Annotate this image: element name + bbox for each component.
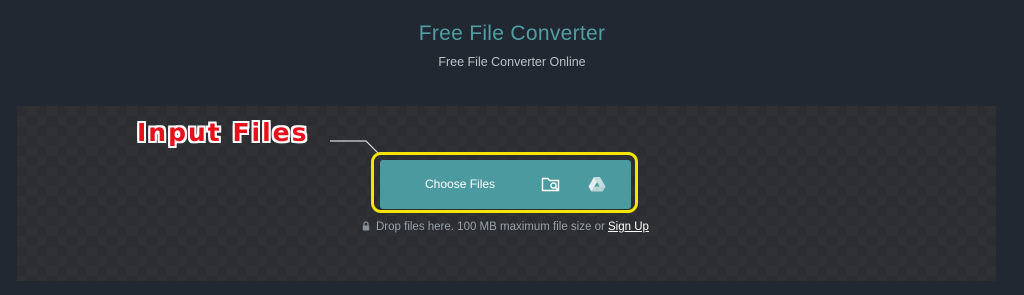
google-drive-icon[interactable] — [588, 176, 606, 192]
upload-hint-text: Drop files here. 100 MB maximum file siz… — [376, 221, 605, 233]
upload-hint: Drop files here. 100 MB maximum file siz… — [362, 221, 649, 234]
lock-icon — [362, 221, 370, 234]
choose-files-button[interactable]: Choose Files — [380, 160, 631, 209]
annotation-label: Input Files — [137, 118, 309, 147]
annotation-leader-line — [330, 140, 379, 154]
page: Free File Converter Free File Converter … — [0, 0, 1024, 295]
sign-up-link[interactable]: Sign Up — [608, 221, 649, 233]
choose-files-label: Choose Files — [425, 177, 496, 191]
folder-search-icon[interactable] — [541, 175, 561, 193]
